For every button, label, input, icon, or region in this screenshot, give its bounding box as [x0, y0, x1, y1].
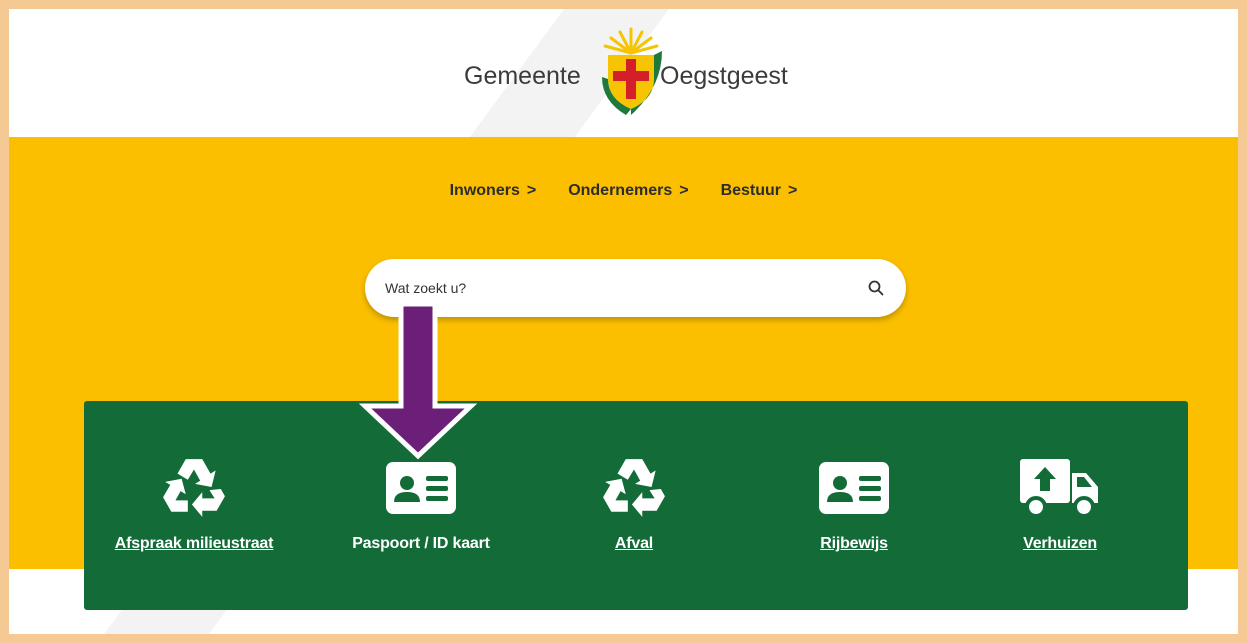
search-icon[interactable] — [866, 278, 886, 298]
chevron-right-icon: > — [788, 182, 798, 199]
page-frame: Gemeente Oegstgeest Inwoners > Onderneme… — [9, 9, 1238, 634]
moving-truck-icon — [950, 453, 1170, 523]
coat-of-arms-icon — [602, 27, 662, 115]
chevron-right-icon: > — [679, 182, 689, 199]
nav-item-label: Bestuur — [720, 182, 782, 199]
quick-link-afval[interactable]: Afval — [524, 453, 744, 553]
quick-link-label: Verhuizen — [1023, 535, 1097, 552]
nav-item-bestuur[interactable]: Bestuur > — [721, 182, 798, 200]
nav-item-label: Ondernemers — [568, 182, 673, 199]
chevron-right-icon: > — [526, 182, 537, 199]
quick-link-label: Rijbewijs — [820, 535, 888, 552]
site-header: Gemeente Oegstgeest — [9, 9, 1238, 137]
id-card-icon — [311, 453, 531, 523]
logo-text-oegstgeest: Oegstgeest — [660, 62, 788, 90]
quick-links-panel: Afspraak milieustraat Paspoort / ID kaar… — [84, 401, 1188, 610]
quick-link-label: Afval — [614, 535, 654, 552]
recycle-icon — [524, 453, 744, 523]
search-input[interactable] — [385, 280, 866, 296]
logo-text-gemeente: Gemeente — [464, 62, 581, 90]
recycle-icon — [84, 453, 304, 523]
logo[interactable]: Gemeente Oegstgeest — [464, 27, 809, 117]
id-card-icon — [744, 453, 964, 523]
quick-link-paspoort-id-kaart[interactable]: Paspoort / ID kaart — [311, 453, 531, 553]
nav-item-inwoners[interactable]: Inwoners > — [450, 182, 537, 200]
search-bar — [365, 259, 906, 317]
quick-link-label: Paspoort / ID kaart — [352, 535, 490, 552]
quick-link-verhuizen[interactable]: Verhuizen — [950, 453, 1170, 553]
quick-link-rijbewijs[interactable]: Rijbewijs — [744, 453, 964, 553]
main-nav: Inwoners > Ondernemers > Bestuur > — [9, 182, 1238, 200]
quick-link-label: Afspraak milieustraat — [114, 535, 274, 552]
quick-link-afspraak-milieustraat[interactable]: Afspraak milieustraat — [84, 453, 304, 553]
nav-item-ondernemers[interactable]: Ondernemers > — [568, 182, 688, 200]
nav-item-label: Inwoners — [449, 182, 520, 199]
